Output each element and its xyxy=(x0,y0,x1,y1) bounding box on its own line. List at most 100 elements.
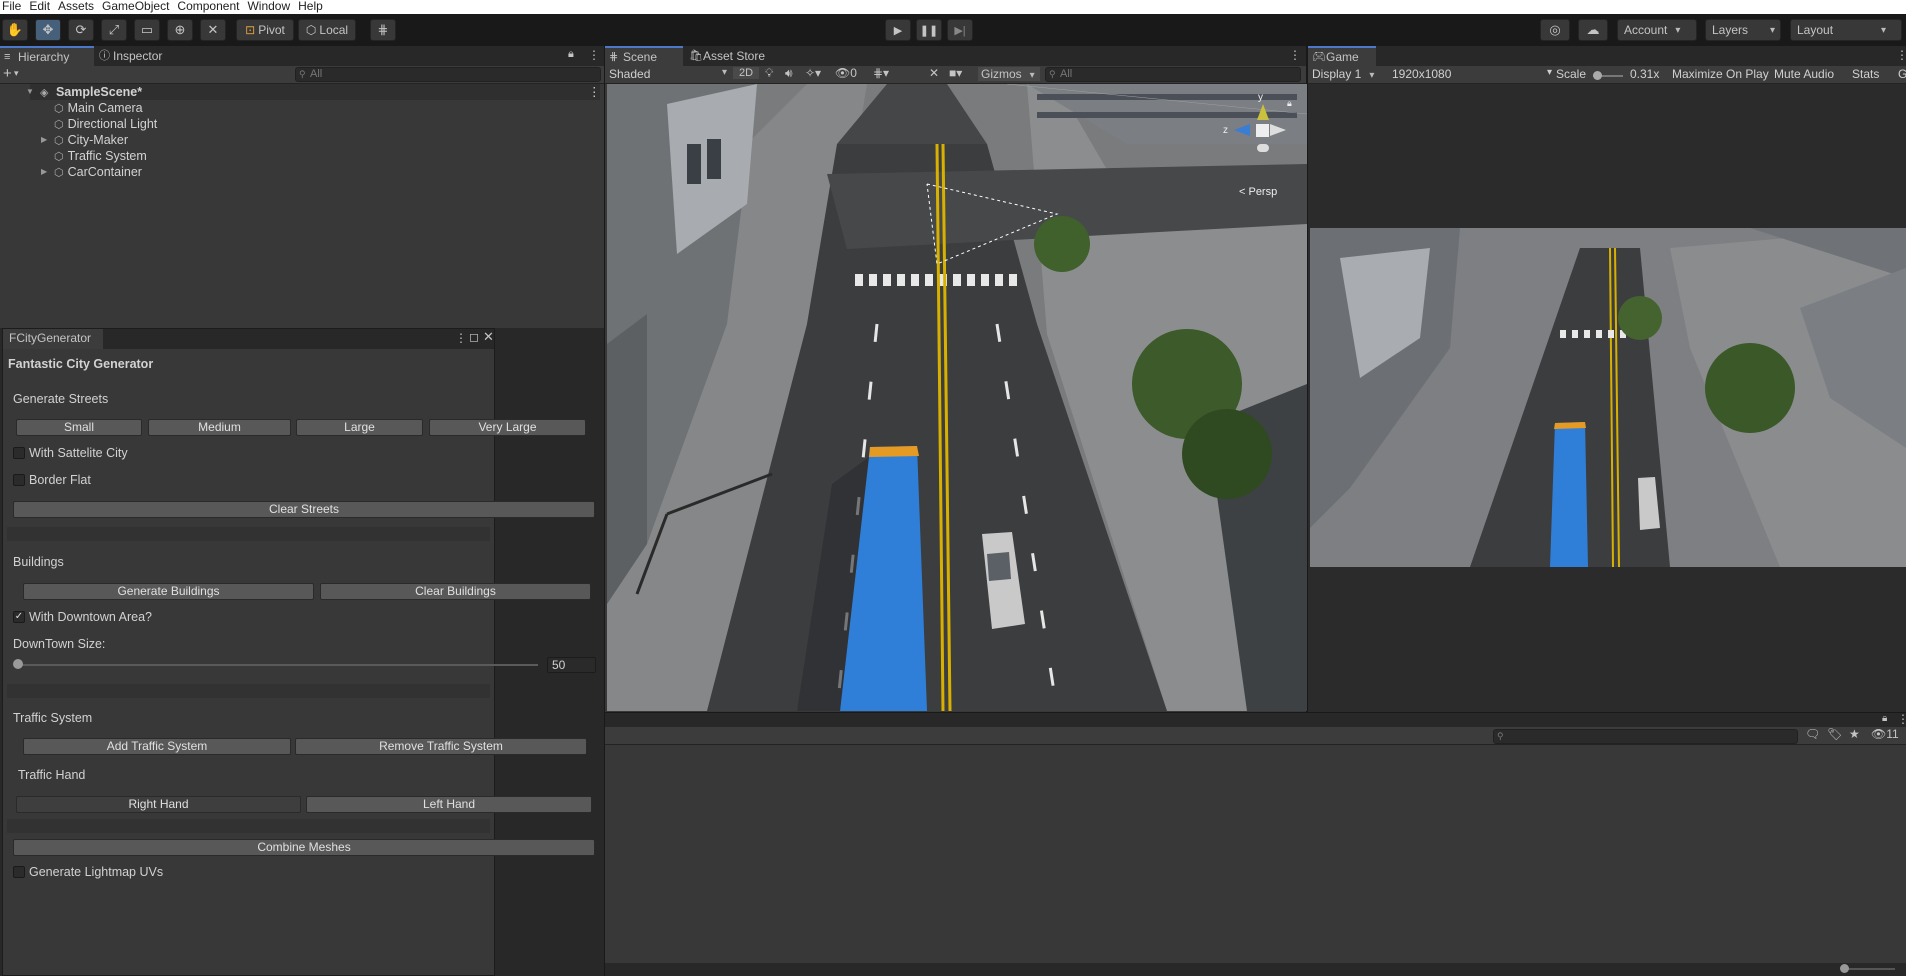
very-large-button[interactable]: Very Large xyxy=(429,419,586,436)
generate-buildings-button[interactable]: Generate Buildings xyxy=(23,583,314,600)
menu-component[interactable]: Component xyxy=(175,0,245,13)
expand-triangle-icon[interactable]: ▶ xyxy=(41,164,47,180)
persp-label[interactable]: < Persp xyxy=(1239,186,1277,198)
menu-assets[interactable]: Assets xyxy=(56,0,100,13)
gizmo-lock-icon[interactable]: 🔒︎ xyxy=(1287,98,1292,109)
info-filter-icon[interactable]: 🗨︎ xyxy=(1805,727,1820,741)
collab-icon[interactable]: ◎ xyxy=(1540,19,1570,41)
clear-buildings-button[interactable]: Clear Buildings xyxy=(320,583,591,600)
tools-icon[interactable]: ✕ xyxy=(929,66,939,80)
tab-fcitygenerator[interactable]: FCityGenerator xyxy=(3,329,103,349)
expand-triangle-icon[interactable]: ▼ xyxy=(26,84,34,100)
scene-root-row[interactable]: ▼ ◈ SampleScene* ⋮ xyxy=(26,84,601,100)
hierarchy-item[interactable]: ⬡ Traffic System xyxy=(54,148,147,164)
play-button[interactable]: ▶ xyxy=(885,19,911,41)
scene-menu-icon[interactable]: ⋮ xyxy=(588,84,601,100)
custom-tool-icon[interactable]: ✕ xyxy=(200,19,226,41)
hierarchy-search-input[interactable]: ⚲ All xyxy=(295,67,601,82)
menu-gameobject[interactable]: GameObject xyxy=(100,0,175,13)
left-hand-button[interactable]: Left Hand xyxy=(306,796,592,813)
right-hand-button[interactable]: Right Hand xyxy=(16,796,301,813)
zoom-slider-track[interactable] xyxy=(1845,968,1895,970)
transform-tool-icon[interactable]: ⊕ xyxy=(167,19,193,41)
kebab-menu-icon[interactable]: ⋮ xyxy=(1896,48,1906,62)
menu-file[interactable]: File xyxy=(0,0,27,13)
kebab-menu-icon[interactable]: ⋮ xyxy=(588,48,600,62)
lock-icon[interactable]: 🔒︎ xyxy=(568,48,574,61)
border-flat-checkbox[interactable] xyxy=(13,474,25,486)
kebab-menu-icon[interactable]: ⋮ xyxy=(455,331,467,345)
account-dropdown[interactable]: Account xyxy=(1617,19,1697,41)
menu-help[interactable]: Help xyxy=(296,0,329,13)
maximize-icon[interactable]: ◻ xyxy=(469,330,479,344)
downtown-checkbox[interactable]: ✓ xyxy=(13,611,25,623)
tab-scene[interactable]: ⋕ Scene xyxy=(605,46,683,66)
kebab-menu-icon[interactable]: ⋮ xyxy=(1289,48,1301,62)
chevron-down-icon[interactable]: ▾ xyxy=(14,68,19,79)
scale-slider-handle[interactable] xyxy=(1593,71,1602,80)
pivot-toggle[interactable]: ⊡ Pivot xyxy=(236,19,294,41)
stats-toggle[interactable]: Stats xyxy=(1852,67,1879,81)
grid-snap-icon[interactable]: ⋕ xyxy=(370,19,396,41)
clear-streets-button[interactable]: Clear Streets xyxy=(13,501,595,518)
combine-meshes-button[interactable]: Combine Meshes xyxy=(13,839,595,856)
lighting-icon[interactable]: 💡︎ xyxy=(765,66,773,81)
game-viewport[interactable] xyxy=(1310,228,1906,567)
add-icon[interactable]: + xyxy=(3,65,12,82)
downtown-size-field[interactable]: 50 xyxy=(547,657,596,673)
grid-toggle-icon[interactable]: ⋕▾ xyxy=(873,66,889,80)
rect-tool-icon[interactable]: ▭ xyxy=(134,19,160,41)
star-icon[interactable]: ★ xyxy=(1849,727,1860,741)
pause-button[interactable]: ❚❚ xyxy=(916,19,942,41)
hierarchy-item[interactable]: ⬡ Directional Light xyxy=(54,116,157,132)
remove-traffic-button[interactable]: Remove Traffic System xyxy=(295,738,587,755)
shading-dropdown[interactable]: Shaded xyxy=(609,67,727,81)
move-tool-icon[interactable]: ✥ xyxy=(35,19,61,41)
scene-search-input[interactable]: ⚲ All xyxy=(1045,67,1301,82)
tab-asset-store[interactable]: 🛍︎ Asset Store xyxy=(685,46,785,66)
mute-audio-toggle[interactable]: Mute Audio xyxy=(1774,67,1834,81)
scene-viewport[interactable]: y z < Persp 🔒︎ xyxy=(607,84,1307,711)
visibility-icon[interactable]: 👁︎0 xyxy=(835,66,857,80)
large-button[interactable]: Large xyxy=(296,419,423,436)
gizmos-dropdown[interactable]: Gizmos xyxy=(978,67,1040,81)
hand-tool-icon[interactable]: ✋ xyxy=(2,19,28,41)
layers-dropdown[interactable]: Layers xyxy=(1705,19,1781,41)
menu-window[interactable]: Window xyxy=(245,0,296,13)
tab-inspector[interactable]: ⓘ Inspector xyxy=(95,46,185,66)
hidden-icon[interactable]: 👁︎11 xyxy=(1871,727,1899,741)
downtown-slider-handle[interactable] xyxy=(13,659,23,669)
lightmap-checkbox[interactable] xyxy=(13,866,25,878)
audio-icon[interactable]: 🔊︎ xyxy=(785,66,793,81)
maximize-on-play-toggle[interactable]: Maximize On Play xyxy=(1672,67,1769,81)
step-button[interactable]: ▶| xyxy=(947,19,973,41)
cloud-icon[interactable]: ☁ xyxy=(1578,19,1608,41)
close-icon[interactable]: ✕ xyxy=(483,329,494,345)
hierarchy-item[interactable]: ⬡ Main Camera xyxy=(54,100,143,116)
game-gizmos-toggle[interactable]: G xyxy=(1898,67,1906,81)
medium-button[interactable]: Medium xyxy=(148,419,291,436)
add-traffic-button[interactable]: Add Traffic System xyxy=(23,738,291,755)
satellite-checkbox[interactable] xyxy=(13,447,25,459)
downtown-slider-track[interactable] xyxy=(18,664,538,666)
tab-game[interactable]: 🎮︎ Game xyxy=(1308,46,1376,66)
camera-icon[interactable]: ■▾ xyxy=(949,66,962,80)
menu-edit[interactable]: Edit xyxy=(27,0,56,13)
tag-icon[interactable]: 🏷︎ xyxy=(1827,727,1842,741)
expand-triangle-icon[interactable]: ▶ xyxy=(41,132,47,148)
console-search-input[interactable]: ⚲ xyxy=(1493,729,1798,744)
2d-toggle[interactable]: 2D xyxy=(733,67,759,79)
small-button[interactable]: Small xyxy=(16,419,142,436)
hierarchy-item[interactable]: ▶ ⬡ CarContainer xyxy=(41,164,142,180)
kebab-menu-icon[interactable]: ⋮ xyxy=(1897,712,1906,726)
effects-icon[interactable]: ✧▾ xyxy=(805,66,821,80)
hierarchy-item[interactable]: ▶ ⬡ City-Maker xyxy=(41,132,128,148)
resolution-dropdown[interactable]: 1920x1080 ▾ xyxy=(1392,67,1552,81)
rotate-tool-icon[interactable]: ⟳ xyxy=(68,19,94,41)
scale-tool-icon[interactable]: ⤢ xyxy=(101,19,127,41)
tab-hierarchy[interactable]: ≡ Hierarchy xyxy=(0,46,94,66)
local-toggle[interactable]: ⬡ Local xyxy=(298,19,356,41)
display-dropdown[interactable]: Display 1 xyxy=(1312,67,1386,81)
layout-dropdown[interactable]: Layout xyxy=(1790,19,1902,41)
zoom-slider-handle[interactable] xyxy=(1840,964,1849,973)
